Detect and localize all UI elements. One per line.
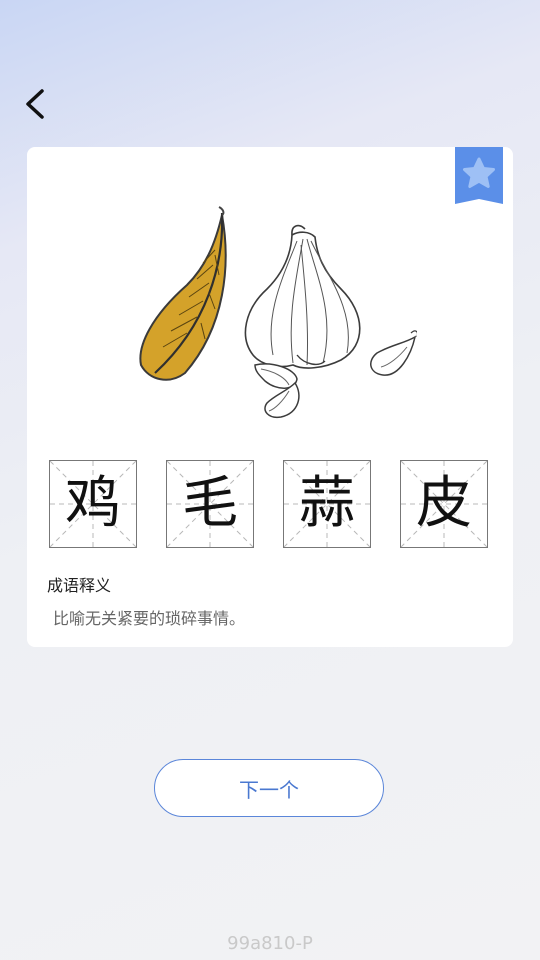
char-box-3: 蒜 [283, 460, 371, 548]
char-box-1: 鸡 [49, 460, 137, 548]
idiom-char: 鸡 [65, 471, 121, 536]
meaning-text: 比喻无关紧要的琐碎事情。 [53, 609, 246, 628]
idiom-char: 毛 [182, 471, 238, 536]
footer-id: 99a810-P [227, 933, 313, 954]
favorite-button[interactable] [455, 147, 503, 204]
next-button[interactable]: 下一个 [154, 759, 384, 817]
idiom-card: 鸡 毛 蒜 皮 成语释义 比喻无关紧要的琐碎事情。 [27, 147, 513, 647]
feather-and-garlic-illustration [139, 206, 417, 419]
char-box-4: 皮 [400, 460, 488, 548]
idiom-char: 皮 [416, 471, 472, 536]
chevron-left-icon [26, 89, 44, 119]
star-bookmark-icon [455, 147, 503, 204]
idiom-char: 蒜 [299, 471, 355, 536]
back-button[interactable] [18, 82, 62, 126]
meaning-title: 成语释义 [47, 576, 112, 595]
idiom-characters: 鸡 毛 蒜 皮 [49, 460, 491, 550]
char-box-2: 毛 [166, 460, 254, 548]
